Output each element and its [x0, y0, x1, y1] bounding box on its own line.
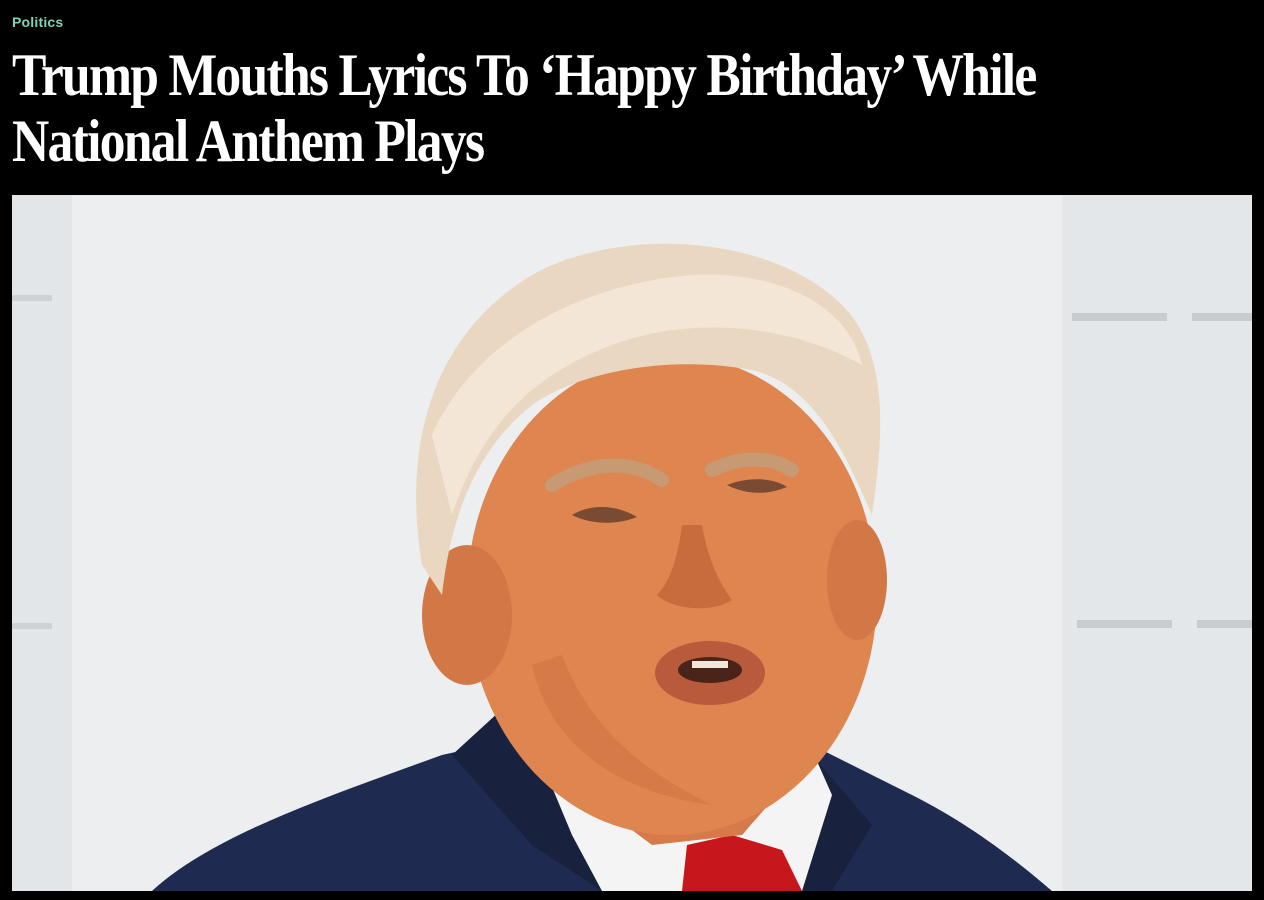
backdrop-seam	[1197, 620, 1252, 628]
backdrop-seam	[1192, 313, 1252, 321]
backdrop-panel-right	[1062, 195, 1252, 891]
ear-right	[827, 520, 887, 640]
portrait-illustration	[12, 195, 1252, 891]
mouth-opening	[678, 657, 742, 683]
article-page: Politics Trump Mouths Lyrics To ‘Happy B…	[0, 0, 1264, 900]
article-headline: Trump Mouths Lyrics To ‘Happy Birthday’ …	[12, 42, 1037, 174]
teeth	[692, 661, 728, 668]
section-link-politics[interactable]: Politics	[12, 14, 63, 30]
backdrop-seam	[12, 623, 52, 629]
backdrop-seam	[1072, 313, 1167, 321]
article-hero-image	[12, 195, 1252, 891]
backdrop-seam	[1077, 620, 1172, 628]
backdrop-seam	[12, 295, 52, 301]
